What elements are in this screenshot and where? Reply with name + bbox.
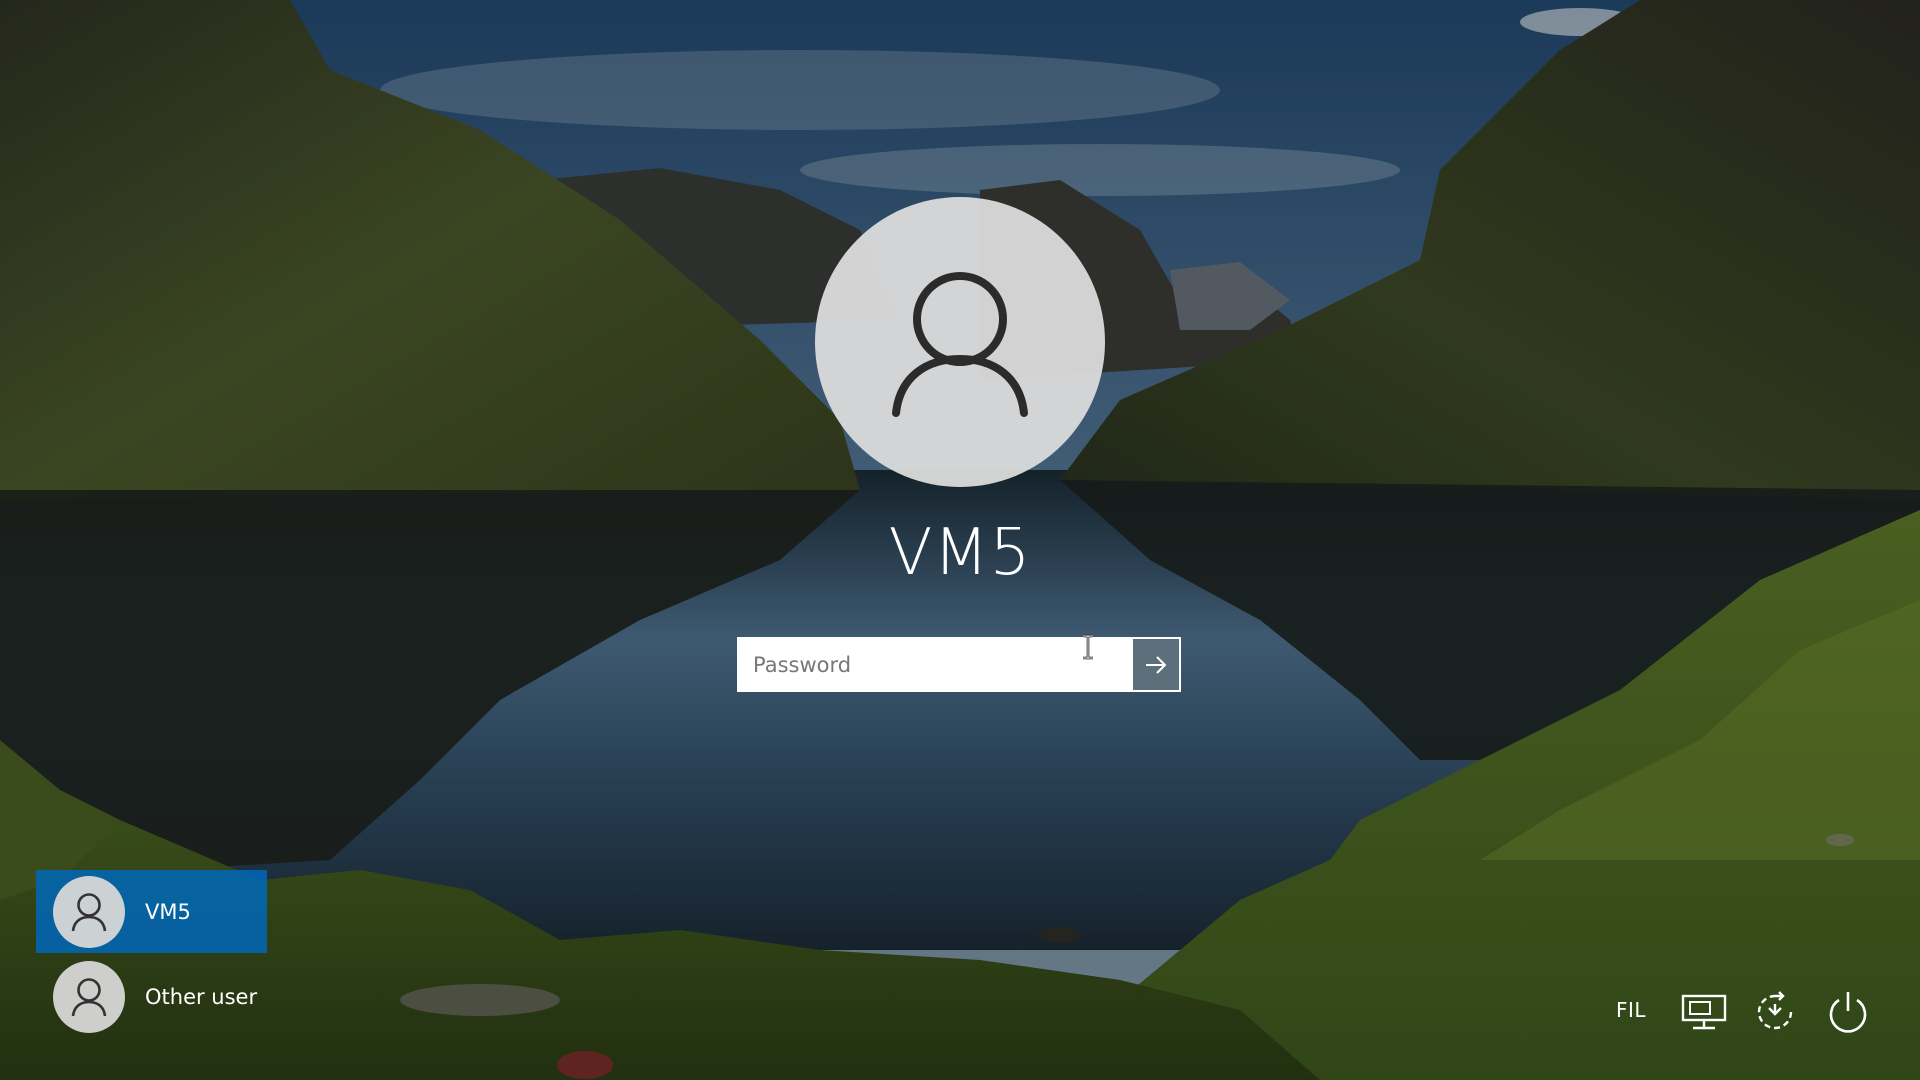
user-tile-label: VM5 <box>145 899 191 924</box>
user-tile-label: Other user <box>145 984 258 1009</box>
lock-screen: VM5 VM5 Other user FIL <box>0 0 1920 1080</box>
user-avatar-large <box>815 197 1105 487</box>
user-icon <box>71 977 107 1016</box>
submit-button[interactable] <box>1131 639 1179 690</box>
arrow-right-icon <box>1146 655 1167 674</box>
language-indicator[interactable]: FIL <box>1616 998 1646 1022</box>
password-box <box>737 637 1181 692</box>
user-avatar-small <box>53 960 125 1033</box>
user-tile-vm5[interactable]: VM5 <box>36 870 267 953</box>
ease-of-access-icon <box>1757 991 1793 1030</box>
network-button[interactable] <box>1680 988 1728 1036</box>
ease-of-access-button[interactable] <box>1751 988 1799 1036</box>
password-input[interactable] <box>739 639 1131 690</box>
user-name-title: VM5 <box>888 516 1032 590</box>
power-button[interactable] <box>1824 988 1872 1036</box>
power-icon <box>1829 992 1867 1033</box>
user-icon <box>71 892 107 931</box>
text-cursor-icon <box>1083 634 1093 660</box>
user-tile-other-user[interactable]: Other user <box>36 955 267 1038</box>
user-avatar-small <box>53 875 125 948</box>
network-icon <box>1681 994 1727 1030</box>
user-icon <box>892 272 1028 417</box>
